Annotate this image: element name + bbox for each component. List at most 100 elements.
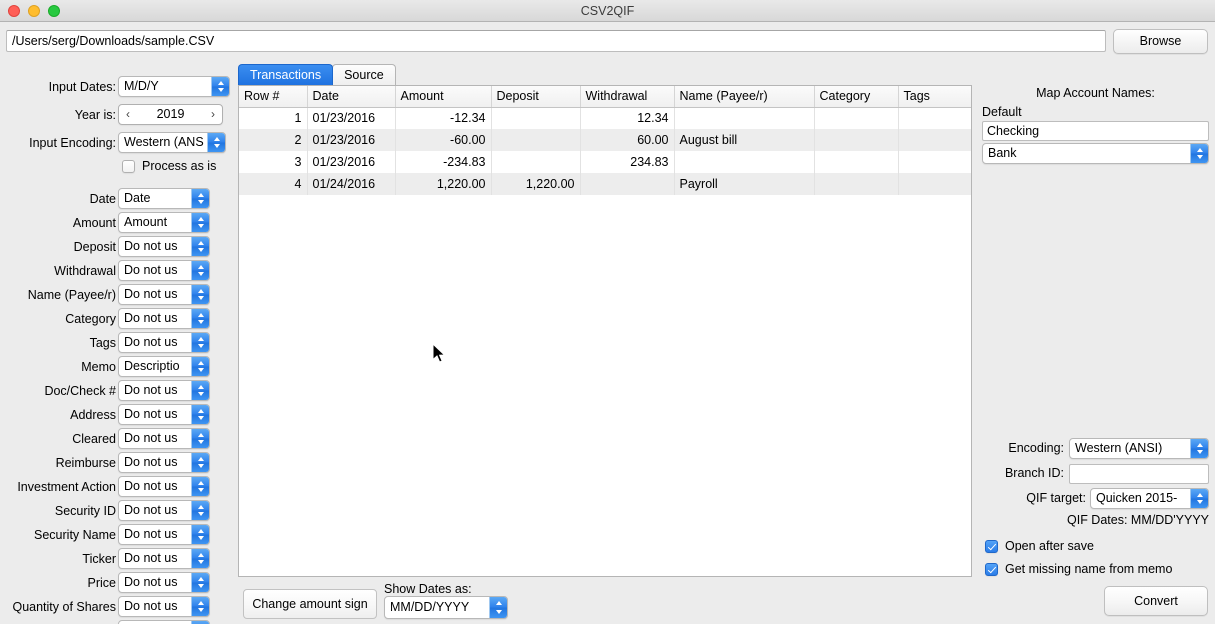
encoding-label: Encoding: <box>1008 441 1064 455</box>
column-header[interactable]: Withdrawal <box>580 86 675 108</box>
field-select[interactable]: Do not us <box>118 236 210 257</box>
field-row: Deposit Do not us <box>0 236 236 260</box>
cell-tags <box>898 151 971 173</box>
field-select-value: Do not us <box>124 263 178 277</box>
field-row: Reimburse Do not us <box>0 452 236 476</box>
field-label: Address <box>70 408 116 422</box>
chevron-updown-icon <box>1190 439 1208 458</box>
transactions-table[interactable]: Row # Date Amount Deposit Withdrawal Name (Pa… <box>238 85 972 577</box>
table-header-row: Row # Date Amount Deposit Withdrawal Name (Pa… <box>239 86 971 108</box>
field-row: Quantity of Shares Do not us <box>0 596 236 620</box>
cell-row: 4 <box>239 173 308 195</box>
input-encoding-label: Input Encoding: <box>29 136 116 150</box>
show-dates-select[interactable]: MM/DD/YYYY <box>384 596 508 619</box>
column-header[interactable]: Date <box>307 86 396 108</box>
field-row: Tags Do not us <box>0 332 236 356</box>
convert-button[interactable]: Convert <box>1104 586 1208 616</box>
field-label: Reimburse <box>55 456 116 470</box>
file-path-input[interactable] <box>6 30 1106 52</box>
field-row: Name (Payee/r) Do not us <box>0 284 236 308</box>
table-row[interactable]: 2 01/23/2016 -60.00 60.00 August bill <box>239 129 971 151</box>
account-name-input[interactable] <box>982 121 1209 141</box>
process-as-is-checkbox[interactable]: Process as is <box>122 159 216 173</box>
qif-target-label: QIF target: <box>1026 491 1086 505</box>
browse-button[interactable]: Browse <box>1113 29 1208 54</box>
show-dates-label: Show Dates as: <box>384 582 472 596</box>
field-row: Security Name Do not us <box>0 524 236 548</box>
cell-date: 01/23/2016 <box>307 151 396 173</box>
field-label: Cleared <box>72 432 116 446</box>
field-select[interactable]: Do not us <box>118 572 210 593</box>
field-select-value: Descriptio <box>124 359 180 373</box>
table-row[interactable]: 4 01/24/2016 1,220.00 1,220.00 Payroll <box>239 173 971 195</box>
chevron-updown-icon <box>191 357 209 376</box>
field-select[interactable] <box>118 620 210 624</box>
year-prev-icon[interactable]: ‹ <box>119 105 137 124</box>
chevron-updown-icon <box>489 597 507 618</box>
field-select[interactable]: Do not us <box>118 452 210 473</box>
chevron-updown-icon <box>191 477 209 496</box>
column-header[interactable]: Deposit <box>491 86 581 108</box>
field-select[interactable]: Do not us <box>118 284 210 305</box>
input-encoding-select[interactable]: Western (ANS <box>118 132 226 153</box>
cell-date: 01/23/2016 <box>307 107 396 129</box>
field-select[interactable]: Do not us <box>118 428 210 449</box>
field-row: Security ID Do not us <box>0 500 236 524</box>
field-select-value: Do not us <box>124 599 178 613</box>
cell-date: 01/24/2016 <box>307 173 396 195</box>
field-select[interactable]: Do not us <box>118 404 210 425</box>
column-header[interactable]: Row # <box>239 86 308 108</box>
year-next-icon[interactable]: › <box>204 105 222 124</box>
field-select-value: Do not us <box>124 407 178 421</box>
column-header[interactable]: Tags <box>898 86 971 108</box>
column-header[interactable]: Category <box>814 86 899 108</box>
field-select[interactable]: Do not us <box>118 500 210 521</box>
cell-withdrawal: 12.34 <box>580 107 675 129</box>
field-select[interactable]: Descriptio <box>118 356 210 377</box>
tab-bar: Transactions Source <box>238 64 396 85</box>
tab-transactions[interactable]: Transactions <box>238 64 334 85</box>
field-select-value: Do not us <box>124 503 178 517</box>
open-after-save-checkbox[interactable]: Open after save <box>985 539 1094 553</box>
chevron-updown-icon <box>191 429 209 448</box>
encoding-select[interactable]: Western (ANSI) <box>1069 438 1209 459</box>
field-select[interactable]: Do not us <box>118 596 210 617</box>
field-row: Doc/Check # Do not us <box>0 380 236 404</box>
get-missing-name-checkbox[interactable]: Get missing name from memo <box>985 562 1172 576</box>
field-select-value: Do not us <box>124 239 178 253</box>
account-type-select[interactable]: Bank <box>982 143 1209 164</box>
input-dates-select[interactable]: M/D/Y <box>118 76 230 97</box>
field-label: Ticker <box>82 552 116 566</box>
field-label: Tags <box>89 336 116 350</box>
branch-id-input[interactable] <box>1069 464 1209 484</box>
app-window: CSV2QIF Browse Input Dates: M/D/Y Year i… <box>0 0 1215 624</box>
cell-tags <box>898 129 971 151</box>
field-row-clipped <box>0 620 236 624</box>
field-select-value: Do not us <box>124 455 178 469</box>
checkbox-checked-icon <box>985 539 998 553</box>
change-amount-sign-button[interactable]: Change amount sign <box>243 589 377 619</box>
field-select[interactable]: Do not us <box>118 524 210 545</box>
field-select[interactable]: Do not us <box>118 260 210 281</box>
field-select[interactable]: Amount <box>118 212 210 233</box>
field-select[interactable]: Do not us <box>118 380 210 401</box>
field-row: Category Do not us <box>0 308 236 332</box>
year-stepper[interactable]: ‹ 2019 › <box>118 104 223 125</box>
cell-category <box>814 107 899 129</box>
cell-deposit: 1,220.00 <box>491 173 581 195</box>
year-value: 2019 <box>156 107 185 121</box>
column-header[interactable]: Name (Payee/r) <box>674 86 815 108</box>
qif-target-select[interactable]: Quicken 2015- <box>1090 488 1209 509</box>
field-select[interactable]: Do not us <box>118 476 210 497</box>
chevron-updown-icon <box>191 381 209 400</box>
field-select[interactable]: Do not us <box>118 332 210 353</box>
chevron-updown-icon <box>191 309 209 328</box>
field-select[interactable]: Do not us <box>118 548 210 569</box>
table-row[interactable]: 1 01/23/2016 -12.34 12.34 <box>239 107 971 129</box>
tab-source[interactable]: Source <box>332 64 396 85</box>
table-row[interactable]: 3 01/23/2016 -234.83 234.83 <box>239 151 971 173</box>
field-select[interactable]: Date <box>118 188 210 209</box>
field-select[interactable]: Do not us <box>118 308 210 329</box>
column-header[interactable]: Amount <box>395 86 492 108</box>
chevron-updown-icon <box>191 213 209 232</box>
